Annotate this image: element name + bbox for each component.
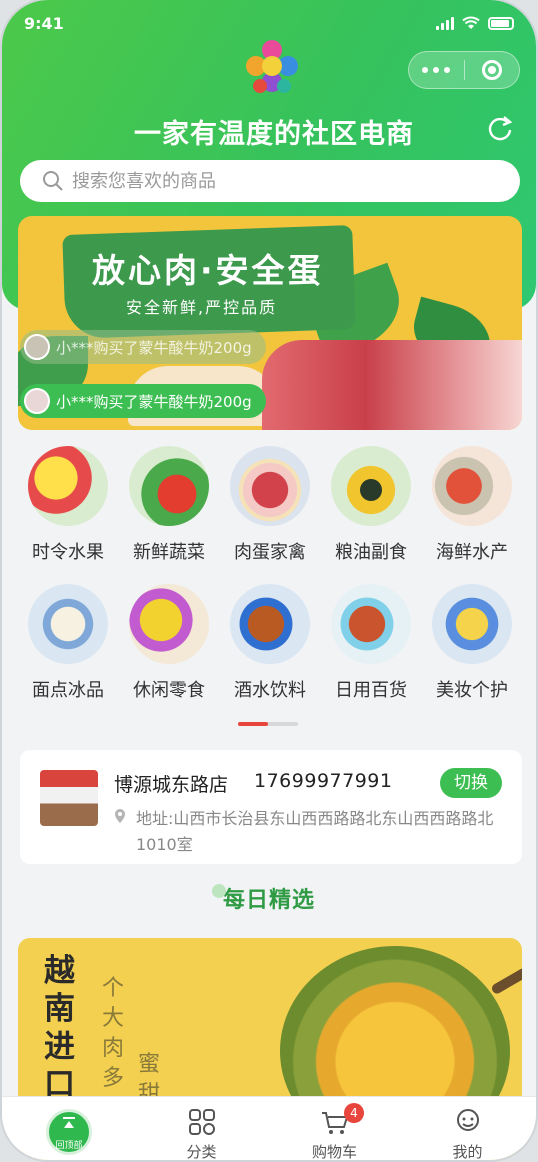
arrow-up-icon <box>63 1117 75 1128</box>
tab-label: 回顶部 <box>55 1141 83 1151</box>
back-to-top-button[interactable]: 回顶部 <box>46 1109 92 1155</box>
section-title: 每日精选 <box>2 882 536 914</box>
purchase-ticker: 小***购买了蒙牛酸牛奶200g <box>20 330 266 364</box>
tab-mine[interactable]: 我的 <box>401 1097 534 1160</box>
battery-icon <box>488 16 514 30</box>
grid-icon <box>188 1109 215 1135</box>
category-label: 新鲜蔬菜 <box>133 542 205 563</box>
category-item-oil[interactable]: 粮油副食 <box>321 446 421 564</box>
close-miniprogram-button[interactable] <box>464 60 519 80</box>
category-item-vegetable[interactable]: 新鲜蔬菜 <box>119 446 219 564</box>
brand-logo-icon <box>246 40 298 93</box>
signal-icon <box>436 16 454 30</box>
status-icons <box>436 16 514 30</box>
category-label: 美妆个护 <box>436 680 508 701</box>
category-label: 日用百货 <box>335 680 407 701</box>
promo-thin-text: 个大肉多 <box>102 976 125 1091</box>
snack-icon <box>129 584 209 664</box>
store-card: 博源城东路店 17699977991 切换 地址:山西市长治县东山西西路路北东山… <box>20 750 522 864</box>
store-phone[interactable]: 17699977991 <box>254 770 392 792</box>
store-address: 地址:山西市长治县东山西西路路北东山西西路路北1010室 <box>136 809 494 854</box>
drink-icon <box>230 584 310 664</box>
section-title-text: 每日精选 <box>222 888 315 913</box>
ticker-text: 小***购买了蒙牛酸牛奶200g <box>56 392 252 411</box>
category-item-dessert[interactable]: 面点冰品 <box>18 584 118 702</box>
banner-title: 放心肉·安全蛋 <box>92 251 324 290</box>
tab-label: 我的 <box>452 1143 483 1160</box>
fruit-icon <box>28 446 108 526</box>
search-input[interactable] <box>72 170 472 192</box>
category-pager <box>238 722 298 726</box>
search-bar[interactable] <box>20 160 520 202</box>
avatar <box>24 334 50 360</box>
cart-badge: 4 <box>344 1103 364 1123</box>
user-icon <box>456 1109 479 1131</box>
wifi-icon <box>462 16 480 29</box>
category-item-drink[interactable]: 酒水饮料 <box>220 584 320 702</box>
miniprogram-capsule <box>408 51 520 89</box>
category-label: 面点冰品 <box>32 680 104 701</box>
bottom-tab-bar: 回顶部 分类 购物车 4 我的 <box>2 1096 536 1160</box>
avatar <box>24 388 50 414</box>
location-pin-icon <box>115 809 125 823</box>
purchase-ticker: 小***购买了蒙牛酸牛奶200g <box>20 384 266 418</box>
category-item-seafood[interactable]: 海鲜水产 <box>422 446 522 564</box>
household-icon <box>331 584 411 664</box>
switch-store-button[interactable]: 切换 <box>440 768 502 798</box>
dessert-icon <box>28 584 108 664</box>
ticker-text: 小***购买了蒙牛酸牛奶200g <box>56 338 252 357</box>
oil-icon <box>331 446 411 526</box>
more-menu-button[interactable] <box>409 67 464 73</box>
store-name: 博源城东路店 <box>114 774 229 796</box>
phone-screen: 9:41 一家有温度的社区电商 放心肉·安全蛋 安全新鲜,严控品质 <box>2 0 536 1160</box>
category-item-fruit[interactable]: 时令水果 <box>18 446 118 564</box>
banner-subtitle: 安全新鲜,严控品质 <box>126 298 278 317</box>
category-label: 肉蛋家禽 <box>234 542 306 563</box>
tab-label: 分类 <box>186 1143 217 1160</box>
category-item-household[interactable]: 日用百货 <box>321 584 421 702</box>
refresh-icon[interactable] <box>486 114 514 142</box>
tab-cart[interactable]: 购物车 <box>268 1097 401 1160</box>
category-label: 时令水果 <box>32 542 104 563</box>
store-thumbnail <box>40 770 98 826</box>
tab-label: 购物车 <box>311 1143 357 1160</box>
status-time: 9:41 <box>24 14 64 33</box>
meat-image <box>262 340 522 430</box>
tab-category[interactable]: 分类 <box>135 1097 268 1160</box>
search-icon <box>43 171 63 191</box>
category-label: 粮油副食 <box>335 542 407 563</box>
beauty-icon <box>432 584 512 664</box>
category-item-snack[interactable]: 休闲零食 <box>119 584 219 702</box>
seafood-icon <box>432 446 512 526</box>
vegetable-icon <box>129 446 209 526</box>
tab-back-to-top[interactable]: 回顶部 <box>2 1097 135 1160</box>
target-icon <box>481 60 502 80</box>
category-item-beauty[interactable]: 美妆个护 <box>422 584 522 702</box>
category-item-meat[interactable]: 肉蛋家禽 <box>220 446 320 564</box>
category-label: 海鲜水产 <box>436 542 508 563</box>
meat-icon <box>230 446 310 526</box>
category-label: 休闲零食 <box>133 680 205 701</box>
header-slogan: 一家有温度的社区电商 <box>134 119 414 150</box>
category-label: 酒水饮料 <box>234 680 306 701</box>
